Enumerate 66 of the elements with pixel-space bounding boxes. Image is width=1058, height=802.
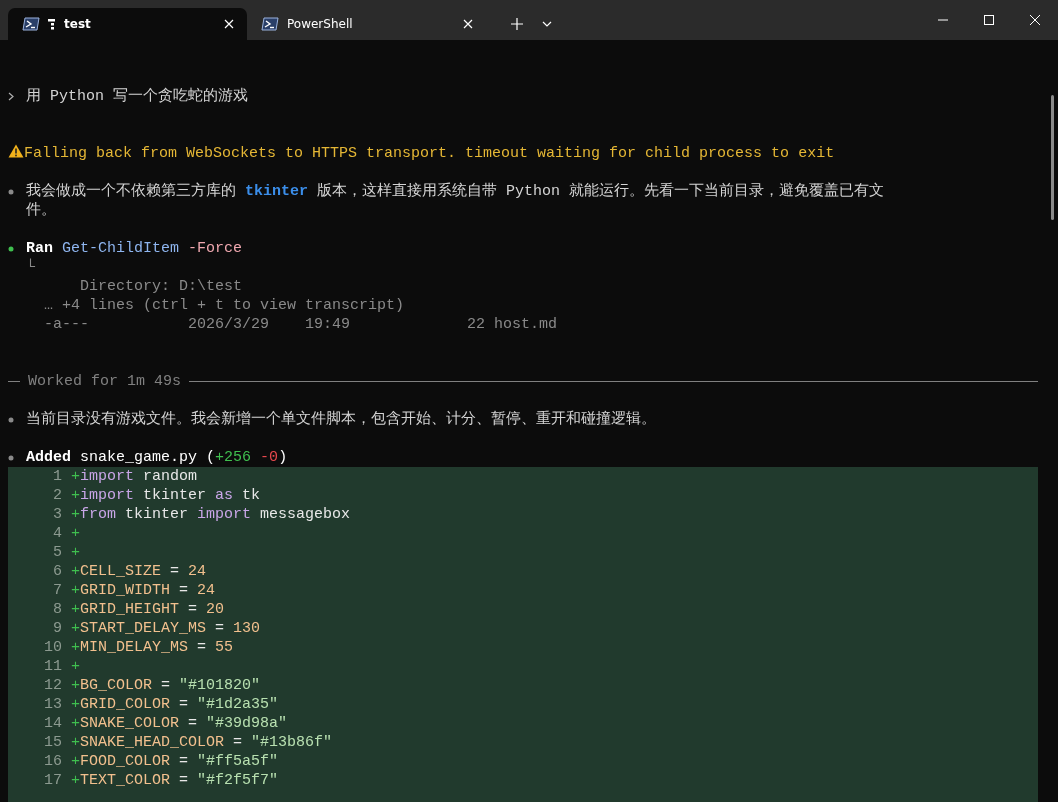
code-line: +from tkinter import messagebox bbox=[71, 505, 351, 524]
code-line: + bbox=[71, 524, 80, 543]
bullet-icon bbox=[8, 188, 14, 195]
elapsed-time: Worked for 1m 49s bbox=[28, 372, 182, 391]
code-line: +MIN_DELAY_MS = 55 bbox=[71, 638, 234, 657]
code-line: +TEXT_COLOR = "#f2f5f7" bbox=[71, 771, 279, 790]
code-line: +GRID_WIDTH = 24 bbox=[71, 581, 216, 600]
chevron-right-icon bbox=[8, 92, 14, 101]
tab[interactable]: PowerShell bbox=[247, 8, 486, 40]
code-line: +GRID_COLOR = "#1d2a35" bbox=[71, 695, 279, 714]
close-icon[interactable] bbox=[463, 19, 473, 29]
close-icon[interactable] bbox=[1030, 15, 1040, 25]
bullet-icon bbox=[8, 454, 14, 461]
message-text: 当前目录没有游戏文件。我会新增一个单文件脚本，包含开始、计分、暂停、重开和碰撞逻辑。 bbox=[26, 410, 656, 429]
line-number: 16 bbox=[43, 752, 63, 771]
line-number: 6 bbox=[52, 562, 63, 581]
command-argument: -Force bbox=[188, 240, 243, 257]
diff-stats: (+256 -0) bbox=[206, 449, 288, 466]
output-line: Directory: D:\test bbox=[79, 278, 243, 295]
file-name: snake_game.py bbox=[80, 449, 198, 466]
line-number: 12 bbox=[43, 676, 63, 695]
plus-icon[interactable] bbox=[511, 18, 523, 30]
line-number: 11 bbox=[43, 657, 63, 676]
code-line: + bbox=[71, 657, 80, 676]
line-number: 17 bbox=[43, 771, 63, 790]
tab[interactable]: test bbox=[8, 8, 247, 40]
message-text: 我会做成一个不依赖第三方库的 tkinter 版本，这样直接用系统自带 Python 就能运行。先看一下当前目录，避免覆盖已有文件。 bbox=[26, 182, 886, 220]
terminal-icon bbox=[22, 17, 40, 31]
close-icon[interactable] bbox=[224, 19, 234, 29]
prompt-text: 用 Python 写一个贪吃蛇的游戏 bbox=[26, 88, 248, 105]
code-line: +import tkinter as tk bbox=[71, 486, 261, 505]
terminal-icon bbox=[261, 17, 279, 31]
code-line: +SNAKE_HEAD_COLOR = "#13b86f" bbox=[71, 733, 333, 752]
line-number: 4 bbox=[52, 524, 63, 543]
bullet-icon bbox=[8, 245, 14, 252]
code-line: +SNAKE_COLOR = "#39d98a" bbox=[71, 714, 288, 733]
command-name: Get-ChildItem bbox=[62, 240, 180, 257]
code-line: +START_DELAY_MS = 130 bbox=[71, 619, 261, 638]
line-number: 10 bbox=[43, 638, 63, 657]
code-line: +FOOD_COLOR = "#ff5a5f" bbox=[71, 752, 279, 771]
line-number: 14 bbox=[43, 714, 63, 733]
chevron-down-icon[interactable] bbox=[542, 21, 552, 27]
status-label: Ran bbox=[26, 240, 53, 257]
code-line: +import random bbox=[71, 467, 198, 486]
line-number: 13 bbox=[43, 695, 63, 714]
line-number: 15 bbox=[43, 733, 63, 752]
maximize-icon[interactable] bbox=[984, 15, 994, 25]
line-number: 5 bbox=[52, 543, 63, 562]
code-line: +BG_COLOR = "#101820" bbox=[71, 676, 261, 695]
bullet-icon bbox=[8, 416, 14, 423]
line-number: 7 bbox=[52, 581, 63, 600]
output-line: └ bbox=[26, 259, 35, 276]
output-line: -a--- 2026/3/29 19:49 22 host.md bbox=[43, 316, 558, 333]
line-number: 3 bbox=[52, 505, 63, 524]
status-label: Added bbox=[26, 449, 71, 466]
line-number: 9 bbox=[52, 619, 63, 638]
line-number: 2 bbox=[52, 486, 63, 505]
output-line: … +4 lines (ctrl + t to view transcript) bbox=[43, 297, 405, 314]
scrollbar[interactable] bbox=[1051, 95, 1054, 220]
code-line: + bbox=[71, 543, 80, 562]
line-number: 1 bbox=[52, 467, 63, 486]
warning-icon bbox=[8, 144, 24, 158]
line-number: 8 bbox=[52, 600, 63, 619]
warning-text: Falling back from WebSockets to HTTPS transport. timeout waiting for child process to exit bbox=[24, 145, 835, 162]
code-line: +CELL_SIZE = 24 bbox=[71, 562, 207, 581]
code-line: +GRID_HEIGHT = 20 bbox=[71, 600, 225, 619]
